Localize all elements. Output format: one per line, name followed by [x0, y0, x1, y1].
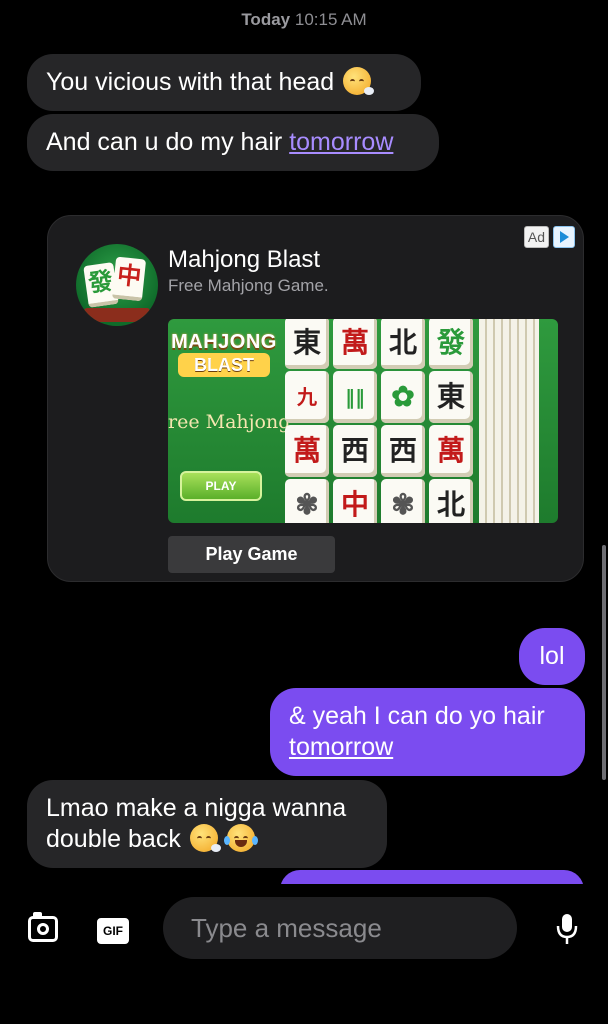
- message-text: And can u do my hair: [46, 128, 290, 156]
- message-composer: GIF: [0, 884, 608, 1024]
- mahjong-tile: ‖‖: [333, 371, 377, 423]
- message-text: You vicious with that head: [46, 68, 335, 96]
- ad-app-name[interactable]: Mahjong Blast: [168, 246, 320, 274]
- ad-badges: Ad: [523, 226, 575, 248]
- app-icon[interactable]: 發 中: [76, 244, 158, 326]
- play-game-button[interactable]: Play Game: [168, 536, 335, 573]
- ad-logo-mahjong: MAHJONG: [171, 331, 277, 353]
- date-link[interactable]: tomorrow: [289, 128, 393, 156]
- ad-logo-blast: BLAST: [178, 353, 270, 377]
- message-text: Lmao make a nigga wanna: [46, 794, 347, 822]
- conversation-timestamp: Today 10:15 AM: [0, 10, 608, 30]
- ad-play-graphic: PLAY: [180, 471, 262, 501]
- mahjong-tile: 九: [285, 371, 329, 423]
- received-message[interactable]: And can u do my hair tomorrow: [27, 114, 439, 171]
- mahjong-tile: ✿: [381, 371, 425, 423]
- timestamp-time: 10:15 AM: [294, 10, 367, 29]
- timestamp-day: Today: [241, 10, 291, 29]
- mahjong-tile: ✾: [285, 479, 329, 523]
- mahjong-tile: 北: [381, 319, 425, 369]
- scrollbar[interactable]: [602, 545, 606, 780]
- mahjong-tile: 西: [381, 425, 425, 477]
- mahjong-tile: 東: [429, 371, 473, 423]
- mahjong-tiles: 東 萬 北 發 九 ‖‖ ✿ 東 萬 西 西 萬 ✾ 中 ✾ 北: [283, 319, 558, 523]
- gif-icon[interactable]: GIF: [97, 918, 129, 944]
- microphone-icon[interactable]: [556, 913, 578, 945]
- sent-message[interactable]: lol: [519, 628, 585, 685]
- mahjong-tile: 發: [429, 319, 473, 369]
- tile-stack-edge: [479, 319, 539, 523]
- tears-of-joy-emoji-icon: [223, 824, 258, 852]
- mahjong-tile: 東: [285, 319, 329, 369]
- icon-tile-zhong: 中: [111, 256, 147, 302]
- sponsored-ad-card[interactable]: Ad 發 中 Mahjong Blast Free Mahjong Game. …: [47, 215, 584, 582]
- message-text: & yeah I can do yo hair: [289, 702, 545, 730]
- camera-icon[interactable]: [28, 912, 58, 942]
- adchoices-icon[interactable]: [553, 226, 575, 248]
- message-text: lol: [539, 642, 565, 670]
- ad-tagline: ree Mahjong: [168, 411, 291, 433]
- message-text: double back: [46, 825, 181, 853]
- mahjong-tile: 北: [429, 479, 473, 523]
- mahjong-tile: 萬: [285, 425, 329, 477]
- exhale-face-emoji-icon: [189, 824, 221, 852]
- mahjong-tile: 萬: [429, 425, 473, 477]
- ad-subtitle: Free Mahjong Game.: [168, 276, 329, 295]
- mahjong-tile: 西: [333, 425, 377, 477]
- exhale-face-emoji-icon: [343, 67, 375, 95]
- mahjong-tile: 萬: [333, 319, 377, 369]
- received-message[interactable]: You vicious with that head: [27, 54, 421, 111]
- message-input[interactable]: [163, 897, 517, 959]
- date-link[interactable]: tomorrow: [289, 732, 566, 763]
- ad-creative-image[interactable]: MAHJONG BLAST ree Mahjong PLAY 東 萬 北 發 九…: [168, 319, 558, 523]
- icon-base: [84, 308, 150, 322]
- ad-label: Ad: [523, 226, 549, 248]
- mahjong-tile: ✾: [381, 479, 425, 523]
- received-message[interactable]: Lmao make a nigga wanna double back: [27, 780, 387, 868]
- sent-message[interactable]: & yeah I can do yo hair tomorrow: [270, 688, 585, 776]
- mahjong-tile: 中: [333, 479, 377, 523]
